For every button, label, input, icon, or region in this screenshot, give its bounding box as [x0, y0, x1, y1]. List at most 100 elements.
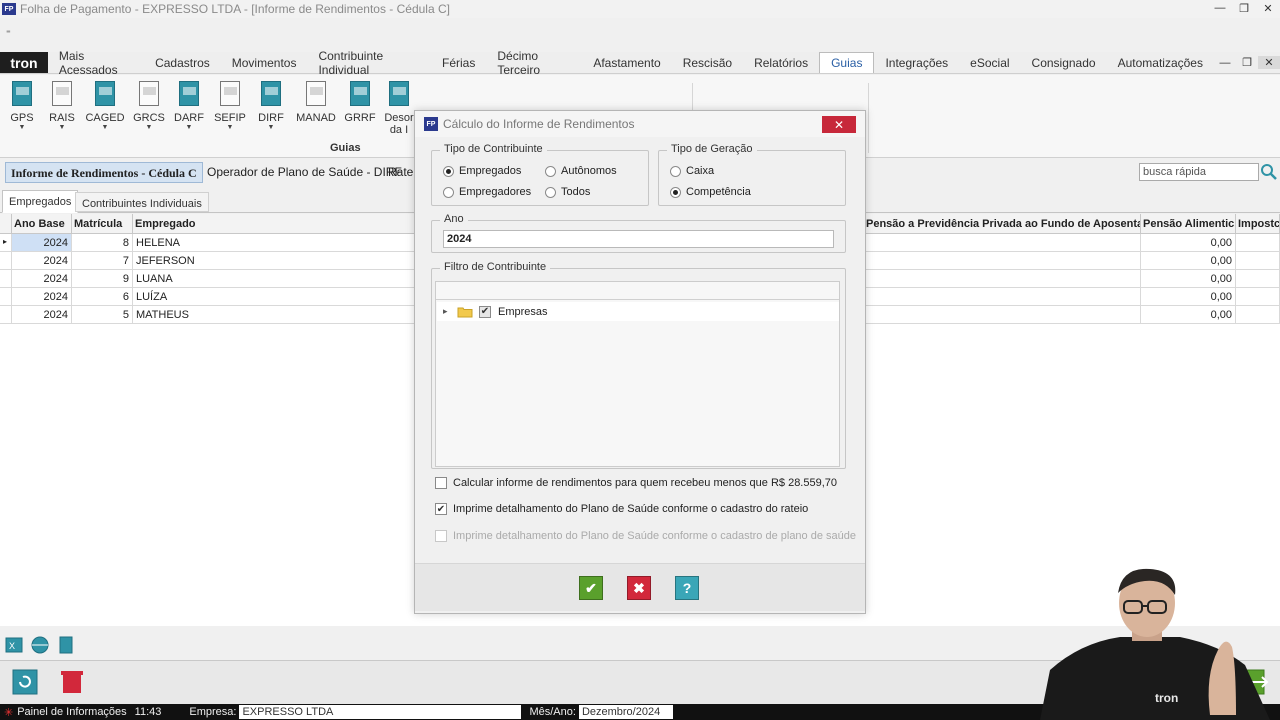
menu-contribuinte-individual[interactable]: Contribuinte Individual — [307, 49, 431, 77]
menu-relatorios[interactable]: Relatórios — [743, 52, 819, 73]
tipo-geracao-legend: Tipo de Geração — [667, 143, 757, 155]
cell-pensao-previdencia[interactable] — [864, 306, 1141, 324]
menu-rescisao[interactable]: Rescisão — [672, 52, 743, 73]
radio-empregadores[interactable]: Empregadores — [443, 186, 531, 198]
cell-matricula[interactable]: 9 — [72, 270, 133, 288]
cell-ano[interactable]: 2024 — [12, 270, 72, 288]
ribbon-dirf-button[interactable]: DIRF ▼ — [251, 81, 291, 131]
cell-pensao-previdencia[interactable] — [864, 288, 1141, 306]
col-pensao-alimenticia[interactable]: Pensão Alimentic — [1141, 214, 1236, 234]
radio-todos[interactable]: Todos — [545, 186, 590, 198]
radio-autonomos[interactable]: Autônomos — [545, 165, 617, 177]
cell-imposto[interactable] — [1236, 270, 1280, 288]
cell-matricula[interactable]: 7 — [72, 252, 133, 270]
menu-decimo-terceiro[interactable]: Décimo Terceiro — [486, 49, 582, 77]
ribbon-sefip-button[interactable]: SEFIP ▼ — [210, 81, 250, 131]
tab-contribuintes-individuais[interactable]: Contribuintes Individuais — [75, 192, 209, 212]
col-empregado[interactable]: Empregado — [133, 214, 415, 234]
checkbox-checked-icon[interactable]: ✔ — [435, 503, 447, 515]
confirm-button[interactable]: ✔ — [579, 576, 603, 600]
radio-empregados[interactable]: Empregados — [443, 165, 521, 177]
ribbon-rais-button[interactable]: RAIS ▼ — [42, 81, 82, 131]
expand-arrow-icon[interactable]: ▸ — [443, 306, 457, 317]
ribbon-grcs-button[interactable]: GRCS ▼ — [129, 81, 169, 131]
cell-imposto[interactable] — [1236, 252, 1280, 270]
menu-afastamento[interactable]: Afastamento — [582, 52, 671, 73]
cell-matricula[interactable]: 6 — [72, 288, 133, 306]
option-calcular-menos-que[interactable]: Calcular informe de rendimentos para que… — [435, 477, 837, 489]
cell-empregado[interactable]: JEFERSON — [133, 252, 415, 270]
cell-pensao-alimenticia[interactable]: 0,00 — [1141, 288, 1236, 306]
mdi-restore-icon[interactable]: ❐ — [1236, 56, 1258, 69]
dialog-close-button[interactable]: ✕ — [822, 116, 856, 133]
search-icon[interactable] — [1260, 163, 1278, 181]
menu-consignado[interactable]: Consignado — [1021, 52, 1107, 73]
chevron-down-icon: ▼ — [267, 124, 275, 131]
cell-ano[interactable]: 2024 — [12, 288, 72, 306]
ribbon-desoneracao-button[interactable]: Desor da I — [384, 81, 414, 136]
cell-ano[interactable]: 2024 — [12, 234, 72, 252]
quick-access-marker[interactable]: ⁼ — [6, 28, 11, 39]
tree-node-empresas[interactable]: ▸ ✔ Empresas — [437, 302, 839, 321]
cell-pensao-previdencia[interactable] — [864, 234, 1141, 252]
globe-icon[interactable] — [30, 635, 50, 655]
cell-imposto[interactable] — [1236, 288, 1280, 306]
trash-icon[interactable] — [60, 669, 84, 695]
ribbon-grrf-button[interactable]: GRRF — [340, 81, 380, 124]
help-button[interactable]: ? — [675, 576, 699, 600]
cell-empregado[interactable]: LUÍZA — [133, 288, 415, 306]
cell-empregado[interactable]: HELENA — [133, 234, 415, 252]
cell-pensao-alimenticia[interactable]: 0,00 — [1141, 252, 1236, 270]
radio-competencia[interactable]: Competência — [670, 186, 751, 198]
menu-movimentos[interactable]: Movimentos — [221, 52, 308, 73]
tab-empregados[interactable]: Empregados — [2, 190, 79, 213]
ribbon-manad-button[interactable]: MANAD — [296, 81, 336, 124]
tab-operador-plano-saude[interactable]: Operador de Plano de Saúde - DIRF — [202, 162, 407, 183]
cell-imposto[interactable] — [1236, 234, 1280, 252]
option-detalhamento-rateio[interactable]: ✔ Imprime detalhamento do Plano de Saúde… — [435, 503, 808, 515]
cell-pensao-previdencia[interactable] — [864, 270, 1141, 288]
menu-cadastros[interactable]: Cadastros — [144, 52, 221, 73]
ribbon-darf-button[interactable]: DARF ▼ — [169, 81, 209, 131]
col-pensao-previdencia[interactable]: Pensão a Previdência Privada ao Fundo de… — [864, 214, 1141, 234]
cell-pensao-previdencia[interactable] — [864, 252, 1141, 270]
cell-imposto[interactable] — [1236, 306, 1280, 324]
mdi-close-icon[interactable]: ✕ — [1258, 56, 1280, 69]
col-matricula[interactable]: Matrícula — [72, 214, 133, 234]
cell-ano[interactable]: 2024 — [12, 306, 72, 324]
restore-icon[interactable]: ❐ — [1232, 0, 1256, 16]
cell-pensao-alimenticia[interactable]: 0,00 — [1141, 234, 1236, 252]
cell-matricula[interactable]: 8 — [72, 234, 133, 252]
mdi-minimize-icon[interactable]: — — [1214, 57, 1236, 69]
col-ano-base[interactable]: Ano Base — [12, 214, 72, 234]
ribbon-caged-button[interactable]: CAGED ▼ — [85, 81, 125, 131]
checkbox-icon[interactable] — [435, 477, 447, 489]
menu-integracoes[interactable]: Integrações — [874, 52, 959, 73]
menu-esocial[interactable]: eSocial — [959, 52, 1020, 73]
radio-caixa[interactable]: Caixa — [670, 165, 714, 177]
tab-informe-rendimentos[interactable]: Informe de Rendimentos - Cédula C — [5, 162, 203, 183]
cancel-button[interactable]: ✖ — [627, 576, 651, 600]
cell-matricula[interactable]: 5 — [72, 306, 133, 324]
ribbon-gps-button[interactable]: GPS ▼ — [2, 81, 42, 131]
menu-mais-acessados[interactable]: Mais Acessados — [48, 49, 144, 77]
ano-input[interactable]: 2024 — [443, 230, 834, 248]
info-panel-label[interactable]: Painel de Informações — [17, 706, 126, 718]
cell-empregado[interactable]: MATHEUS — [133, 306, 415, 324]
close-icon[interactable]: ✕ — [1256, 0, 1280, 16]
search-input[interactable]: busca rápida — [1139, 163, 1259, 181]
refresh-icon[interactable] — [12, 669, 38, 695]
report-icon[interactable] — [56, 635, 76, 655]
menu-automatizacoes[interactable]: Automatizações — [1107, 52, 1214, 73]
cell-pensao-alimenticia[interactable]: 0,00 — [1141, 270, 1236, 288]
minimize-icon[interactable]: — — [1208, 0, 1232, 16]
cell-ano[interactable]: 2024 — [12, 252, 72, 270]
cell-pensao-alimenticia[interactable]: 0,00 — [1141, 306, 1236, 324]
col-imposto[interactable]: Impostc — [1236, 214, 1280, 234]
excel-export-icon[interactable]: X — [4, 635, 24, 655]
menu-guias[interactable]: Guias — [819, 52, 875, 73]
empresa-label: Empresa: — [189, 706, 237, 718]
menu-ferias[interactable]: Férias — [431, 52, 486, 73]
cell-empregado[interactable]: LUANA — [133, 270, 415, 288]
checkbox-checked-icon[interactable]: ✔ — [479, 305, 491, 318]
